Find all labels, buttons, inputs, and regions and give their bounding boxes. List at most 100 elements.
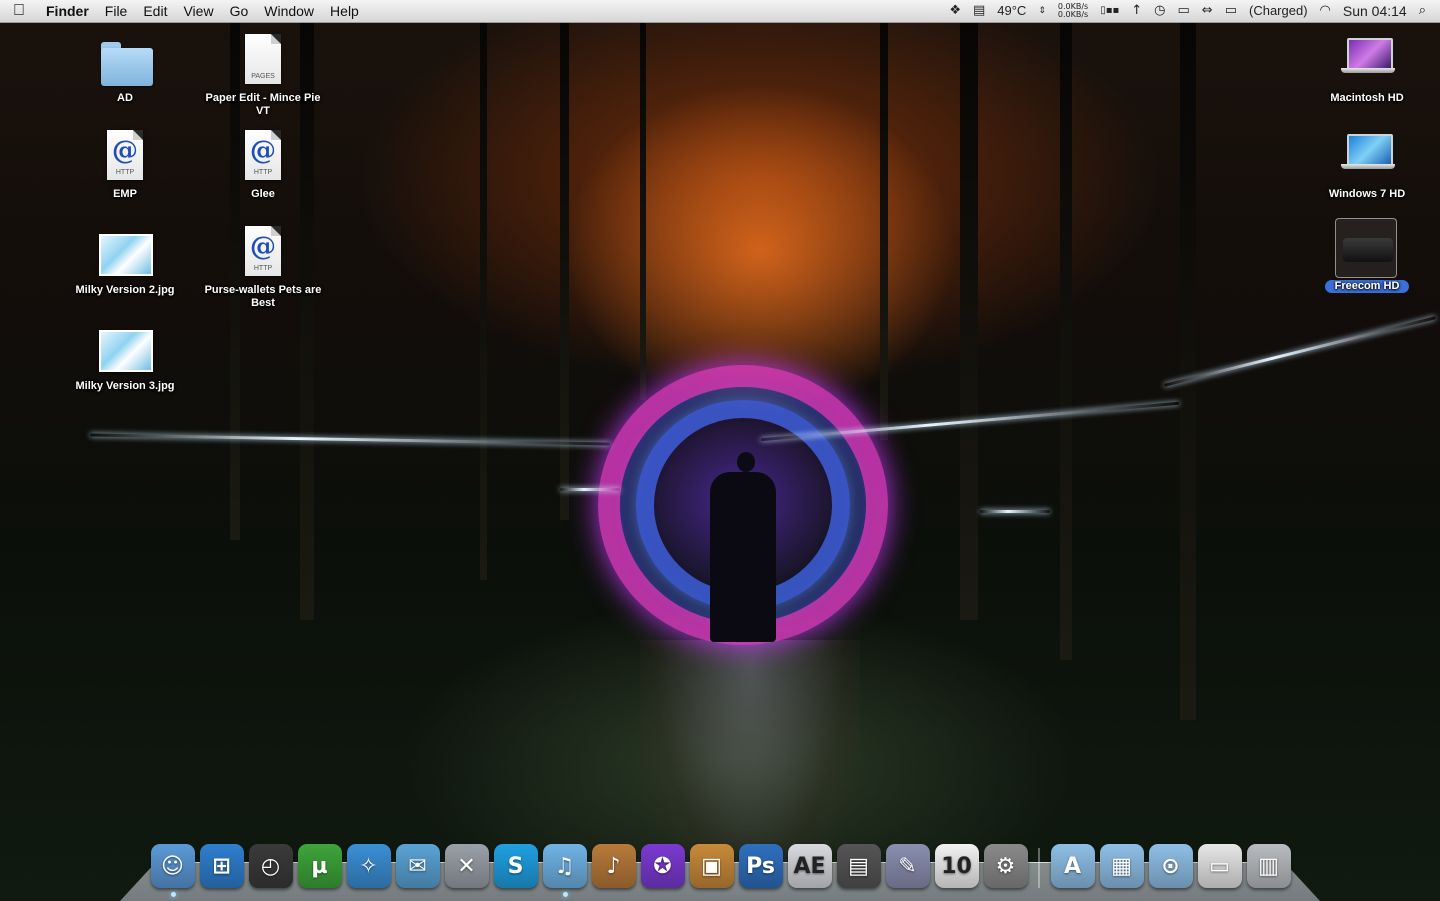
tree-trunk <box>1180 20 1196 720</box>
desktop-icon-label: Windows 7 HD <box>1328 188 1406 200</box>
battery-icon[interactable]: ▭ <box>1219 0 1243 22</box>
desktop-icon-freecom-hd[interactable]: Freecom HD <box>1302 218 1432 294</box>
windows-icon[interactable]: ⊞ <box>199 844 244 888</box>
imagewell-icon[interactable]: ✪ <box>640 844 685 888</box>
apple-menu-icon[interactable]:  <box>0 2 38 20</box>
documents-stack-icon[interactable]: ▦ <box>1099 844 1144 888</box>
downloads-stack-icon[interactable]: ⊙ <box>1148 844 1193 888</box>
silhouette-head <box>737 452 755 472</box>
tree-trunk <box>880 20 888 440</box>
dock-glyph: ✧ <box>359 853 378 879</box>
x-chat-icon[interactable]: ✕ <box>444 844 489 888</box>
menu-window[interactable]: Window <box>256 0 322 22</box>
laptop-drive-icon <box>1337 32 1397 88</box>
doc-type-tag: PAGES <box>251 73 275 80</box>
tree-trunk <box>560 20 569 520</box>
applications-stack-icon[interactable]: A <box>1050 844 1095 888</box>
doc-type-tag: HTTP <box>253 265 273 272</box>
temperature-readout[interactable]: 49°C <box>991 0 1032 22</box>
dock-glyph: ▤ <box>848 853 869 879</box>
display-mirror-icon[interactable]: ▭ <box>1172 0 1196 22</box>
desktop-icon-label: Milky Version 2.jpg <box>75 284 175 296</box>
menu-go[interactable]: Go <box>222 0 257 22</box>
desktop-icon-purse-wallets[interactable]: @ HTTP Purse-wallets Pets are Best <box>198 224 328 310</box>
cpu-meter-icon[interactable]: ▤ <box>967 0 991 22</box>
battery-status[interactable]: (Charged) <box>1243 0 1314 22</box>
menu-file[interactable]: File <box>97 0 136 22</box>
dock-glyph: µ <box>311 853 328 879</box>
dashboard-icon[interactable]: ◴ <box>248 844 293 888</box>
dock-glyph: Ps <box>746 853 775 879</box>
after-effects-icon[interactable]: AE <box>787 844 832 888</box>
menu-help[interactable]: Help <box>322 0 367 22</box>
dock-glyph: ⚙ <box>995 853 1016 879</box>
dock-glyph: ♫ <box>554 853 575 879</box>
desktop-icon-milky-2[interactable]: Milky Version 2.jpg <box>60 224 190 297</box>
dropbox-icon[interactable]: ❖ <box>943 0 967 22</box>
window-stack-icon[interactable]: ▭ <box>1197 844 1242 888</box>
upload-arrow-icon[interactable]: ↑ <box>1125 0 1148 22</box>
app-menu-finder[interactable]: Finder <box>38 0 97 22</box>
utorrent-icon[interactable]: µ <box>297 844 342 888</box>
desktop-icon-ad[interactable]: AD <box>60 32 190 105</box>
temperature-arrows-icon: ⇕ <box>1038 6 1046 16</box>
desktop-icon-milky-3[interactable]: Milky Version 3.jpg <box>60 320 190 393</box>
itunes-icon[interactable]: ♫ <box>542 844 587 897</box>
dock-glyph: ✎ <box>898 853 917 879</box>
desktop-icon-label: Purse-wallets Pets are Best <box>204 284 322 309</box>
dock-glyph: ◴ <box>260 853 281 879</box>
desktop-icon-emp[interactable]: @ HTTP EMP <box>60 128 190 201</box>
light-streak <box>90 433 610 446</box>
iphoto-icon[interactable]: ▣ <box>689 844 734 888</box>
dock-glyph: ✉ <box>408 853 427 879</box>
disk-activity-icon[interactable]: ▯▪▪ <box>1094 0 1125 22</box>
final-cut-icon[interactable]: ▤ <box>836 844 881 888</box>
dock-glyph: ▣ <box>701 853 722 879</box>
finder-icon[interactable]: ☺ <box>150 844 195 897</box>
desktop-icon-label: Freecom HD <box>1324 280 1410 293</box>
dock-separator <box>1038 848 1040 888</box>
dock-glyph: ✕ <box>457 853 476 879</box>
ical-icon[interactable]: 10 <box>934 844 979 888</box>
desktop-icon-label: AD <box>117 92 133 104</box>
menu-clock[interactable]: Sun 04:14 <box>1337 0 1413 22</box>
dock-glyph: A <box>1063 853 1082 879</box>
desktop-icon-label: Macintosh HD <box>1330 92 1404 104</box>
desktop-icon-paper-edit[interactable]: PAGES Paper Edit - Mince Pie VT <box>198 32 328 118</box>
garageband-icon[interactable]: ♪ <box>591 844 636 888</box>
tree-trunk <box>1060 20 1072 660</box>
dock-glyph: ▭ <box>1209 853 1230 879</box>
photoshop-icon[interactable]: Ps <box>738 844 783 888</box>
desktop-icon-macintosh-hd[interactable]: Macintosh HD <box>1302 32 1432 105</box>
mail-stamp-icon[interactable]: ✉ <box>395 844 440 888</box>
spotlight-search-icon[interactable]: ⌕ <box>1413 0 1432 22</box>
tree-trunk <box>960 20 978 620</box>
network-down-value: 0.0KB/s <box>1057 10 1089 19</box>
dock-glyph: ⊙ <box>1161 853 1180 879</box>
dock-glyph: ♪ <box>606 853 621 879</box>
script-editor-icon[interactable]: ✎ <box>885 844 930 888</box>
silhouette-body <box>710 472 776 642</box>
dock-glyph: ⊞ <box>212 853 231 879</box>
skype-icon[interactable]: S <box>493 844 538 888</box>
bluetooth-icon[interactable]: ⇔ <box>1196 0 1219 22</box>
menu-edit[interactable]: Edit <box>135 0 175 22</box>
trash-icon[interactable]: ▥ <box>1246 844 1291 888</box>
http-document-icon: @ HTTP <box>233 128 293 184</box>
system-preferences-icon[interactable]: ⚙ <box>983 844 1028 888</box>
safari-icon[interactable]: ✧ <box>346 844 391 888</box>
desktop-icon-glee[interactable]: @ HTTP Glee <box>198 128 328 201</box>
light-streak <box>1163 316 1437 387</box>
menu-bar:  Finder File Edit View Go Window Help ❖… <box>0 0 1440 23</box>
dock-glyph: ✪ <box>653 853 672 879</box>
menu-view[interactable]: View <box>175 0 221 22</box>
wifi-icon[interactable]: ◠ <box>1314 0 1337 22</box>
time-machine-icon[interactable]: ◷ <box>1148 0 1171 22</box>
dock-glyph: ☺ <box>161 853 184 879</box>
dock-glyph: ▥ <box>1258 853 1279 879</box>
network-meter[interactable]: 0.0KB/s 0.0KB/s <box>1052 3 1094 19</box>
doc-type-tag: HTTP <box>115 169 135 176</box>
tree-trunk <box>640 20 646 400</box>
light-streak <box>980 510 1050 513</box>
desktop-icon-windows-7-hd[interactable]: Windows 7 HD <box>1302 128 1432 201</box>
